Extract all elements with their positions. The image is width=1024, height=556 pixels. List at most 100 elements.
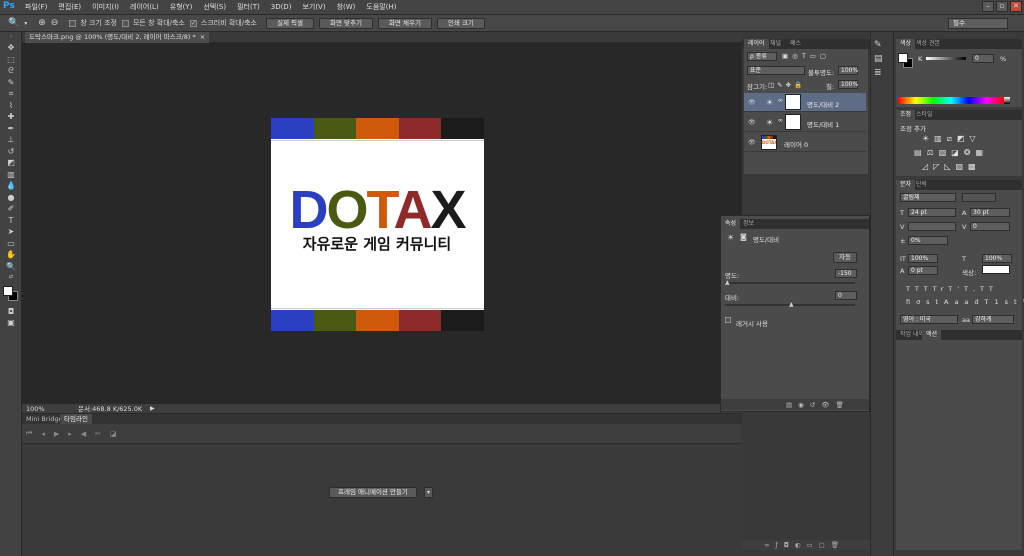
- tab-channels[interactable]: 채널: [766, 39, 785, 49]
- k-slider[interactable]: [926, 57, 966, 60]
- resize-window-option[interactable]: 창 크기 조정: [69, 18, 117, 28]
- menu-3d[interactable]: 3D(D): [271, 0, 292, 15]
- stamp-tool-icon[interactable]: ⊥: [0, 134, 22, 146]
- mask-icon[interactable]: ◙: [740, 233, 747, 241]
- menu-help[interactable]: 도움말(H): [366, 0, 396, 15]
- tab-info[interactable]: 정보: [739, 219, 758, 229]
- tracking-input[interactable]: 0: [970, 222, 1010, 231]
- swap-colors-icon[interactable]: ⇄: [0, 272, 22, 284]
- checkbox[interactable]: [121, 19, 129, 27]
- menu-filter[interactable]: 필터(T): [237, 0, 260, 15]
- print-size-button[interactable]: 인쇄 크기: [436, 17, 485, 29]
- menu-edit[interactable]: 편집(E): [58, 0, 81, 15]
- leading-input[interactable]: 30 pt: [970, 208, 1010, 217]
- layer-mask-thumbnail[interactable]: [785, 114, 801, 130]
- play-icon[interactable]: ▶: [54, 430, 59, 438]
- legacy-checkbox[interactable]: [725, 317, 731, 325]
- font-family-select[interactable]: 굴림체: [900, 193, 956, 202]
- color-swatches[interactable]: [0, 284, 21, 306]
- visibility-eye-icon[interactable]: 👁: [748, 99, 756, 106]
- chevron-down-icon[interactable]: ▾: [424, 487, 433, 498]
- scrubby-zoom-option[interactable]: ✓ 스크러비 확대/축소: [189, 18, 257, 28]
- layer-row[interactable]: 👁 ☀ ∞ 명도/대비 2: [744, 93, 866, 112]
- fill-input[interactable]: 100%: [838, 80, 858, 89]
- tab-close-icon[interactable]: ×: [200, 32, 205, 43]
- eyedropper-tool-icon[interactable]: ⌇: [0, 100, 22, 112]
- text-style-buttons[interactable]: TTTTrT'T,TT: [906, 285, 998, 293]
- dodge-tool-icon[interactable]: ●: [0, 192, 22, 204]
- menu-file[interactable]: 파일(F): [25, 0, 47, 15]
- quick-mask-icon[interactable]: ◘: [0, 306, 22, 318]
- slider-handle[interactable]: ▲: [789, 301, 794, 308]
- auto-button[interactable]: 자동: [833, 252, 857, 263]
- menu-layer[interactable]: 레이어(L): [130, 0, 159, 15]
- color-spectrum[interactable]: [898, 97, 1004, 104]
- adjustment-row-1-icons[interactable]: ☀▥⧄◩▽: [922, 134, 981, 144]
- first-frame-icon[interactable]: ⏮: [26, 429, 32, 438]
- quick-select-tool-icon[interactable]: ✎: [0, 77, 22, 89]
- checkbox-checked[interactable]: ✓: [189, 19, 197, 27]
- tab-styles[interactable]: 스타일: [912, 110, 937, 120]
- lasso-tool-icon[interactable]: ᘓ: [0, 65, 22, 77]
- foreground-color-swatch[interactable]: [3, 285, 13, 296]
- chevron-down-icon[interactable]: ▾: [24, 15, 27, 32]
- layer-row[interactable]: 👁 DOTAX 레이어 0: [744, 133, 866, 152]
- color-spectrum-bw[interactable]: [1004, 97, 1010, 104]
- vertical-scale-input[interactable]: 100%: [908, 254, 938, 263]
- shape-tool-icon[interactable]: ▭: [0, 238, 22, 250]
- zoom-all-windows-option[interactable]: 모든 창 확대/축소: [121, 18, 185, 28]
- tab-actions[interactable]: 액션: [922, 330, 942, 340]
- anti-alias-select[interactable]: 강하게: [972, 315, 1014, 324]
- layer-action-icons[interactable]: ∞ƒ◘◐▭▢🗑: [764, 541, 845, 549]
- scissors-icon[interactable]: ✂: [95, 430, 101, 438]
- visibility-eye-icon[interactable]: 👁: [748, 119, 756, 126]
- actual-pixels-button[interactable]: 실제 픽셀: [265, 17, 314, 29]
- transition-icon[interactable]: ◪: [110, 430, 117, 438]
- blend-mode-select[interactable]: 표준: [747, 66, 805, 75]
- font-style-select[interactable]: [962, 193, 996, 202]
- brush-panel-icon[interactable]: ✎: [874, 38, 893, 52]
- crop-tool-icon[interactable]: ⌗: [0, 88, 22, 100]
- checkbox[interactable]: [69, 19, 77, 27]
- tab-timeline[interactable]: 타임라인: [60, 414, 92, 424]
- zoom-in-icon[interactable]: ⊕: [38, 15, 46, 32]
- chain-icon[interactable]: ∞: [778, 117, 783, 124]
- minimize-button[interactable]: –: [982, 1, 994, 12]
- tsume-input[interactable]: 0%: [908, 236, 948, 245]
- next-frame-icon[interactable]: ▸: [68, 430, 72, 438]
- screen-mode-icon[interactable]: ▣: [0, 317, 22, 329]
- menu-window[interactable]: 창(W): [337, 0, 356, 15]
- history-brush-icon[interactable]: ↺: [0, 146, 22, 158]
- brightness-slider[interactable]: [725, 282, 855, 284]
- zoom-tool-icon[interactable]: 🔍: [8, 15, 19, 32]
- properties-footer-icons[interactable]: ▤◉↺👁🗑: [786, 401, 850, 409]
- brush-presets-icon[interactable]: ▤: [874, 52, 893, 66]
- marquee-tool-icon[interactable]: ⬚: [0, 54, 22, 66]
- audio-icon[interactable]: ◀: [81, 430, 86, 438]
- fill-screen-button[interactable]: 화면 채우기: [377, 17, 432, 29]
- layer-name[interactable]: 명도/대비 1: [807, 119, 839, 129]
- menu-type[interactable]: 유형(Y): [170, 0, 193, 15]
- lock-icons[interactable]: ◫✎✥🔒: [768, 81, 805, 89]
- workspace-select[interactable]: 필수: [948, 18, 1008, 29]
- tab-properties[interactable]: 속성: [721, 219, 741, 229]
- k-input[interactable]: 0: [972, 54, 994, 63]
- close-button[interactable]: ✕: [1010, 1, 1022, 12]
- chain-icon[interactable]: ∞: [778, 97, 783, 104]
- gradient-tool-icon[interactable]: ▥: [0, 169, 22, 181]
- path-select-tool-icon[interactable]: ➤: [0, 226, 22, 238]
- baseline-input[interactable]: 0 pt: [908, 266, 938, 275]
- language-select[interactable]: 영어 : 미국: [900, 315, 958, 324]
- slider-handle[interactable]: ▲: [725, 279, 730, 286]
- layer-name[interactable]: 레이어 0: [784, 139, 808, 149]
- hand-tool-icon[interactable]: ✋: [0, 249, 22, 261]
- fit-screen-button[interactable]: 화면 맞추기: [318, 17, 373, 29]
- zoom-out-icon[interactable]: ⊖: [51, 15, 59, 32]
- brightness-input[interactable]: -150: [835, 269, 857, 278]
- menu-select[interactable]: 선택(S): [203, 0, 226, 15]
- menu-view[interactable]: 보기(V): [302, 0, 325, 15]
- adjustment-row-2-icons[interactable]: ▤⚖▧◪❂▦: [914, 148, 988, 157]
- tool-presets-icon[interactable]: ≣: [874, 66, 893, 80]
- layer-mask-thumbnail[interactable]: [785, 94, 801, 110]
- canvas-area[interactable]: DOTAX 자유로운 게임 커뮤니티: [22, 43, 742, 403]
